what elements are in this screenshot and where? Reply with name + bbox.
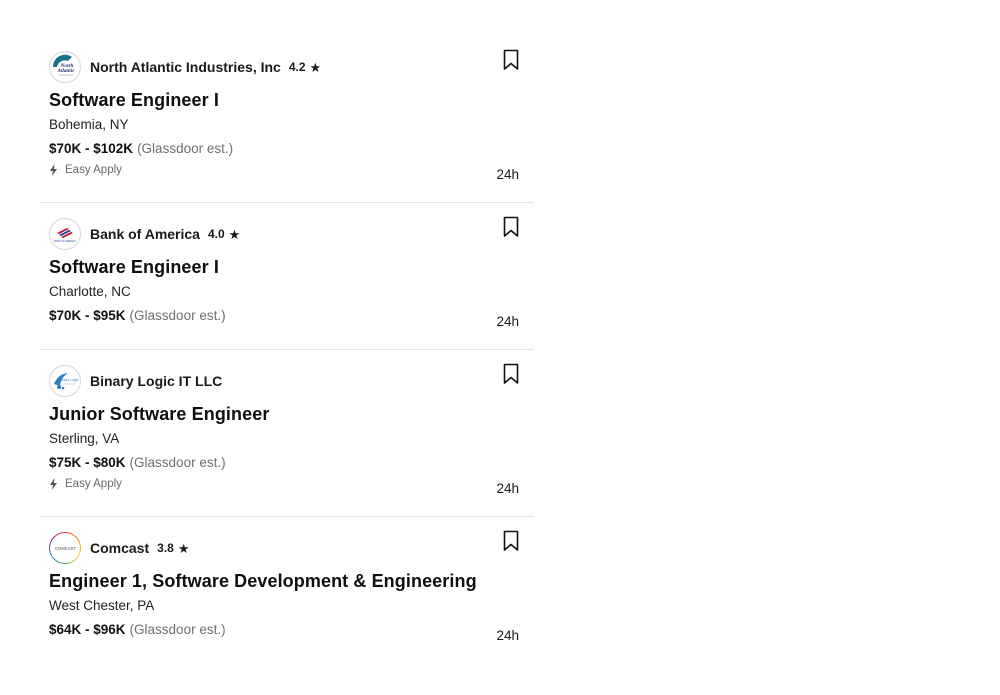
- company-rating: 4.0 ★: [208, 227, 240, 241]
- easy-apply-label: Easy Apply: [65, 478, 122, 490]
- salary-range: $75K - $80K: [49, 455, 126, 470]
- posted-age: 24h: [496, 167, 519, 182]
- job-location: Charlotte, NC: [49, 284, 131, 299]
- bookmark-icon[interactable]: [503, 363, 519, 385]
- posted-age: 24h: [496, 314, 519, 329]
- rating-value: 3.8: [157, 541, 174, 555]
- company-name[interactable]: North Atlantic Industries, Inc: [90, 59, 281, 75]
- svg-text:COMCAST: COMCAST: [55, 546, 76, 551]
- rating-value: 4.0: [207, 227, 225, 241]
- job-location: Bohemia, NY: [49, 117, 129, 132]
- job-card[interactable]: BANK OF AMERICA Bank of America 4.0 ★ So…: [40, 203, 534, 350]
- job-card[interactable]: COMCAST Comcast 3.8 ★ Engineer 1, Softwa…: [40, 517, 534, 664]
- company-rating: 3.8 ★: [157, 541, 189, 555]
- bookmark-icon[interactable]: [503, 216, 519, 238]
- salary-estimate: $75K - $80K (Glassdoor est.): [49, 453, 519, 473]
- bank-of-america-logo-icon: BANK OF AMERICA: [49, 218, 81, 250]
- company-row: North Atlantic North Atlantic Industries…: [49, 50, 519, 84]
- job-title[interactable]: Junior Software Engineer: [49, 402, 519, 426]
- salary-range: $64K - $96K: [49, 622, 126, 637]
- job-title[interactable]: Engineer 1, Software Development & Engin…: [49, 569, 519, 593]
- salary-range: $70K - $95K: [49, 308, 126, 323]
- lightning-bolt-icon: [50, 478, 57, 490]
- salary-estimate: $70K - $95K (Glassdoor est.): [49, 306, 519, 326]
- company-rating: 4.2 ★: [289, 60, 321, 74]
- job-card[interactable]: Binary Logic Binary Logic IT LLC Junior …: [40, 350, 534, 517]
- star-icon: ★: [177, 540, 190, 556]
- company-name[interactable]: Binary Logic IT LLC: [90, 373, 222, 389]
- job-list: North Atlantic North Atlantic Industries…: [40, 36, 534, 664]
- salary-note: (Glassdoor est.): [129, 622, 226, 637]
- job-location: West Chester, PA: [49, 598, 155, 613]
- lightning-bolt-icon: [50, 164, 57, 176]
- easy-apply-badge: Easy Apply: [49, 161, 519, 179]
- bookmark-icon[interactable]: [503, 530, 519, 552]
- north-atlantic-logo-icon: North Atlantic: [49, 51, 81, 83]
- salary-note: (Glassdoor est.): [137, 141, 234, 156]
- svg-text:Atlantic: Atlantic: [56, 68, 75, 74]
- posted-age: 24h: [496, 481, 519, 496]
- salary-note: (Glassdoor est.): [129, 455, 226, 470]
- company-row: COMCAST Comcast 3.8 ★: [49, 531, 519, 565]
- easy-apply-badge: Easy Apply: [49, 475, 519, 493]
- salary-estimate: $70K - $102K (Glassdoor est.): [49, 139, 519, 159]
- salary-range: $70K - $102K: [49, 141, 134, 156]
- job-card[interactable]: North Atlantic North Atlantic Industries…: [40, 36, 534, 203]
- salary-note: (Glassdoor est.): [129, 308, 226, 323]
- company-row: Binary Logic Binary Logic IT LLC: [49, 364, 519, 398]
- salary-estimate: $64K - $96K (Glassdoor est.): [49, 620, 519, 640]
- posted-age: 24h: [496, 628, 519, 643]
- company-name[interactable]: Comcast: [90, 540, 149, 556]
- svg-text:BANK OF AMERICA: BANK OF AMERICA: [54, 240, 76, 243]
- bookmark-icon[interactable]: [503, 49, 519, 71]
- star-icon: ★: [228, 226, 241, 242]
- easy-apply-label: Easy Apply: [65, 164, 122, 176]
- job-title[interactable]: Software Engineer I: [49, 88, 519, 112]
- job-title[interactable]: Software Engineer I: [49, 255, 519, 279]
- company-name[interactable]: Bank of America: [90, 226, 200, 242]
- company-row: BANK OF AMERICA Bank of America 4.0 ★: [49, 217, 519, 251]
- rating-value: 4.2: [288, 60, 306, 74]
- star-icon: ★: [309, 59, 322, 75]
- svg-text:Binary Logic: Binary Logic: [60, 378, 79, 382]
- comcast-logo-icon: COMCAST: [49, 532, 81, 564]
- job-location: Sterling, VA: [49, 431, 120, 446]
- binary-logic-logo-icon: Binary Logic: [49, 365, 81, 397]
